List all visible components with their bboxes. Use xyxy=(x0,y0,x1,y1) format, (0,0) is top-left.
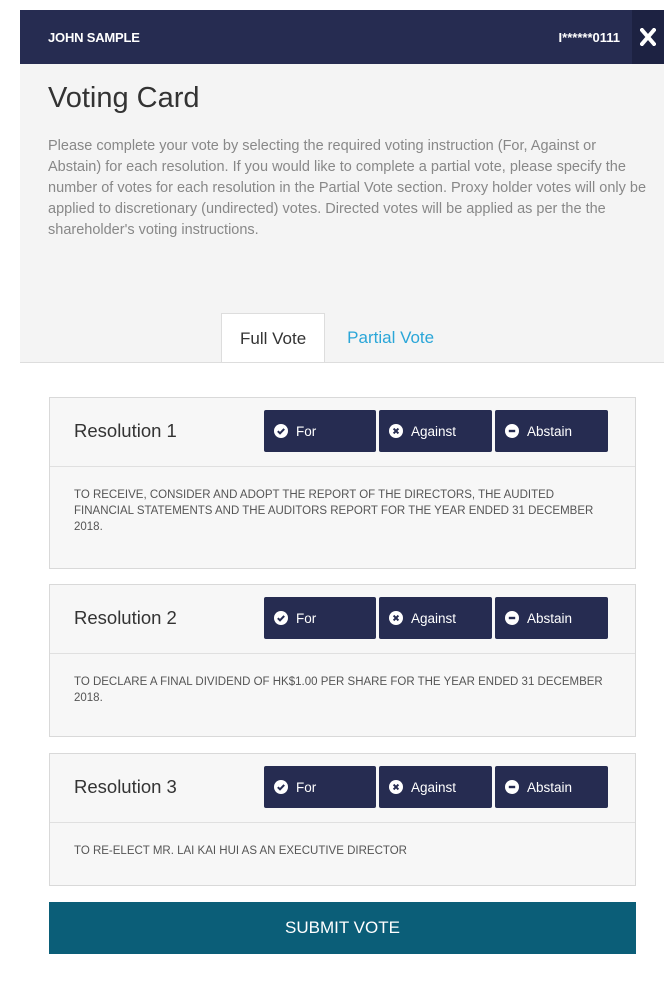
close-button[interactable] xyxy=(632,10,664,64)
against-button[interactable]: Against xyxy=(379,766,492,808)
check-circle-icon xyxy=(274,780,288,794)
check-circle-icon xyxy=(274,424,288,438)
instructions-text: Please complete your vote by selecting t… xyxy=(48,138,647,238)
page-title: Voting Card xyxy=(48,82,200,114)
resolution-card-2: Resolution 2 For Against Abstain TO DECL… xyxy=(49,584,636,737)
abstain-label: Abstain xyxy=(527,423,573,439)
resolution-header: Resolution 2 For Against Abstain xyxy=(50,585,635,654)
against-label: Against xyxy=(411,610,457,626)
divider xyxy=(20,362,664,363)
top-bar: JOHN SAMPLE I******0111 xyxy=(20,10,664,64)
for-label: For xyxy=(296,610,317,626)
abstain-button[interactable]: Abstain xyxy=(495,597,608,639)
abstain-label: Abstain xyxy=(527,779,573,795)
x-circle-icon xyxy=(389,611,403,625)
resolution-title: Resolution 3 xyxy=(74,776,177,797)
tab-full-vote[interactable]: Full Vote xyxy=(221,313,326,363)
resolution-header: Resolution 3 For Against Abstain xyxy=(50,754,635,823)
vote-tabs: Full Vote Partial Vote xyxy=(221,313,452,363)
submit-vote-button[interactable]: SUBMIT VOTE xyxy=(49,902,636,954)
abstain-button[interactable]: Abstain xyxy=(495,410,608,452)
for-button[interactable]: For xyxy=(264,766,376,808)
for-button[interactable]: For xyxy=(264,597,376,639)
user-name: JOHN SAMPLE xyxy=(48,30,140,45)
close-icon xyxy=(640,28,656,46)
minus-circle-icon xyxy=(505,780,519,794)
against-button[interactable]: Against xyxy=(379,597,492,639)
x-circle-icon xyxy=(389,424,403,438)
resolution-text: TO RE-ELECT MR. LAI KAI HUI AS AN EXECUT… xyxy=(74,845,407,857)
abstain-button[interactable]: Abstain xyxy=(495,766,608,808)
abstain-label: Abstain xyxy=(527,610,573,626)
check-circle-icon xyxy=(274,611,288,625)
against-button[interactable]: Against xyxy=(379,410,492,452)
against-label: Against xyxy=(411,779,457,795)
for-label: For xyxy=(296,779,317,795)
resolution-title: Resolution 2 xyxy=(74,607,177,628)
resolution-title: Resolution 1 xyxy=(74,420,177,441)
for-button[interactable]: For xyxy=(264,410,376,452)
resolution-card-1: Resolution 1 For Against Abstain TO RECE… xyxy=(49,397,636,569)
minus-circle-icon xyxy=(505,611,519,625)
minus-circle-icon xyxy=(505,424,519,438)
account-number: I******0111 xyxy=(558,30,620,45)
tab-partial-vote[interactable]: Partial Vote xyxy=(325,313,452,363)
against-label: Against xyxy=(411,423,457,439)
resolution-text: TO DECLARE A FINAL DIVIDEND OF HK$1.00 P… xyxy=(74,676,603,704)
x-circle-icon xyxy=(389,780,403,794)
resolution-card-3: Resolution 3 For Against Abstain TO RE-E… xyxy=(49,753,636,886)
for-label: For xyxy=(296,423,317,439)
resolution-header: Resolution 1 For Against Abstain xyxy=(50,398,635,467)
resolution-text: TO RECEIVE, CONSIDER AND ADOPT THE REPOR… xyxy=(74,489,594,533)
